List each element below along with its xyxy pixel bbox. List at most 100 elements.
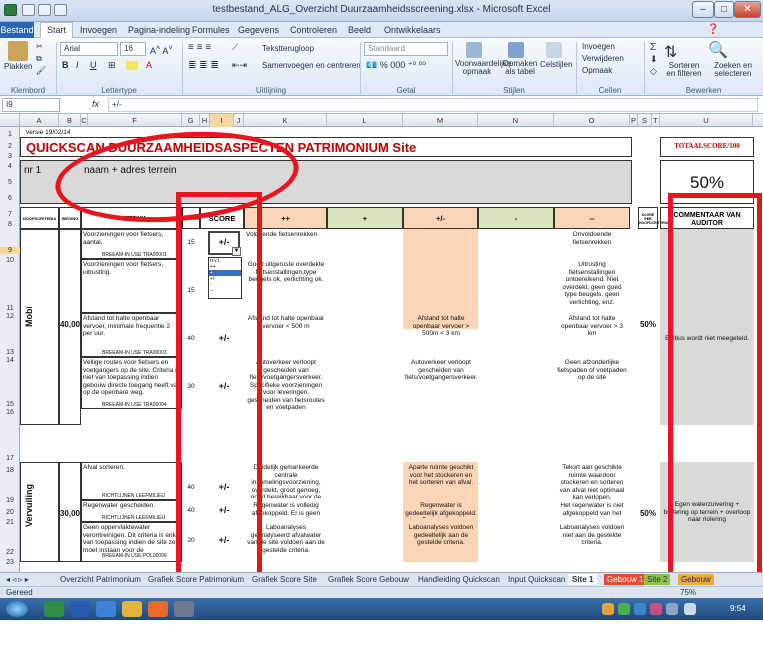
row-header[interactable]: 2 (0, 143, 20, 150)
autosum-icon[interactable]: Σ (650, 42, 656, 53)
excel-taskbar-icon[interactable] (44, 601, 64, 617)
row-header[interactable]: 4 (0, 163, 20, 170)
copy-icon[interactable]: ⧉ (36, 54, 42, 64)
cell-styles-icon[interactable] (546, 42, 562, 58)
browser-taskbar-icon[interactable] (96, 601, 116, 617)
column-header[interactable]: A (20, 114, 59, 127)
paste-icon[interactable] (8, 41, 28, 61)
minimize-button[interactable]: – (692, 1, 714, 18)
cut-icon[interactable]: ✂ (36, 42, 43, 51)
font-name-select[interactable]: Arial (60, 42, 118, 56)
tray-icon[interactable] (618, 603, 630, 615)
column-header[interactable]: J (234, 114, 244, 127)
row-header[interactable]: 12 (0, 313, 20, 320)
sort-filter-icon[interactable]: ⇅ (664, 42, 677, 62)
format-painter-icon[interactable]: 🖌 (36, 66, 46, 75)
insert-cells-button[interactable]: Invoegen (582, 42, 615, 51)
app-taskbar-icon[interactable] (174, 601, 194, 617)
column-header[interactable]: P (630, 114, 638, 127)
find-select-icon[interactable]: 🔍 (708, 40, 728, 60)
conditional-format-icon[interactable] (466, 42, 482, 58)
start-button-icon[interactable] (6, 601, 28, 617)
tab-invoegen[interactable]: Invoegen (80, 23, 117, 37)
column-header[interactable]: U (660, 114, 753, 127)
format-as-table-button[interactable]: Opmaken als tabel (500, 60, 540, 76)
sheet-tab[interactable]: Handleiding Quickscan (418, 574, 500, 585)
row-header[interactable]: 7 (0, 211, 20, 218)
column-header-selected[interactable]: I (210, 114, 234, 127)
tray-icon[interactable] (602, 603, 614, 615)
tray-icon[interactable] (650, 603, 662, 615)
sheet-tab[interactable]: Grafiek Score Patrimonium (148, 574, 244, 585)
column-header[interactable]: N (478, 114, 554, 127)
clear-icon[interactable]: ◇ (650, 66, 657, 77)
column-header[interactable]: S (638, 114, 652, 127)
row-header[interactable]: 23 (0, 559, 20, 566)
row-header[interactable]: 16 (0, 409, 20, 416)
sheet-tab[interactable]: Grafiek Score Site (252, 574, 317, 585)
tab-ontwikkelaars[interactable]: Ontwikkelaars (384, 23, 441, 37)
bold-icon[interactable]: B (62, 60, 69, 70)
conditional-format-button[interactable]: Voorwaardelijke opmaak (455, 60, 511, 76)
fill-color-icon[interactable] (126, 61, 138, 70)
align-left-icon[interactable]: ≣ ≣ ≣ (188, 60, 219, 71)
row-header[interactable]: 3 (0, 153, 20, 160)
clock[interactable]: 9:54 (730, 603, 746, 614)
row-header[interactable]: 22 (0, 549, 20, 556)
sheet-tab[interactable]: Gebouw 1 (604, 574, 647, 585)
find-select-button[interactable]: Zoeken en selecteren (706, 62, 760, 78)
column-header[interactable]: M (403, 114, 478, 127)
number-format-select[interactable]: Standaard (364, 42, 448, 56)
row-header[interactable]: 15 (0, 401, 20, 408)
maximize-button[interactable]: □ (714, 1, 734, 18)
row-header[interactable]: 5 (0, 179, 20, 186)
tab-controleren[interactable]: Controleren (290, 23, 337, 37)
formula-input[interactable]: +/- (108, 98, 758, 112)
column-header[interactable]: H (200, 114, 210, 127)
row-header[interactable]: 18 (0, 467, 20, 474)
column-header[interactable]: O (554, 114, 630, 127)
orientation-icon[interactable]: ⟋ (232, 42, 238, 53)
column-header[interactable]: G (182, 114, 200, 127)
sheet-tab[interactable]: Site 2 (644, 574, 671, 585)
fill-icon[interactable]: ⬇ (650, 54, 658, 65)
currency-icon[interactable]: 💶 % 000 ⁺⁰ ⁰⁰ (366, 60, 426, 71)
font-color-icon[interactable]: A (146, 60, 152, 70)
grow-font-icon[interactable]: A˄ A˅ (150, 43, 173, 56)
row-header[interactable]: 1 (0, 131, 20, 138)
indent-icon[interactable]: ⇤⇥ (232, 60, 247, 71)
sort-filter-button[interactable]: Sorteren en filteren (664, 62, 704, 78)
app-taskbar-icon[interactable] (148, 601, 168, 617)
tab-bestand[interactable]: Bestand (0, 22, 34, 38)
close-button[interactable]: ✕ (734, 1, 761, 18)
delete-cells-button[interactable]: Verwijderen (582, 54, 624, 63)
tray-icon[interactable] (634, 603, 646, 615)
tab-beeld[interactable]: Beeld (348, 23, 371, 37)
row-header[interactable]: 6 (0, 195, 20, 202)
table-format-icon[interactable] (508, 42, 524, 58)
tab-gegevens[interactable]: Gegevens (238, 23, 279, 37)
tab-start[interactable]: Start (40, 22, 74, 39)
align-top-icon[interactable]: ≡ ≡ ≡ (188, 42, 211, 53)
help-icon[interactable]: ❓ (707, 23, 719, 37)
column-header[interactable]: T (652, 114, 660, 127)
format-cells-button[interactable]: Opmaak (582, 66, 612, 75)
sheet-tab[interactable]: Gebouw (678, 574, 714, 585)
folder-taskbar-icon[interactable] (122, 601, 142, 617)
italic-icon[interactable]: I (76, 60, 79, 70)
select-all[interactable] (0, 114, 20, 127)
column-header[interactable]: B (59, 114, 81, 127)
tab-pagina-indeling[interactable]: Pagina-indeling (128, 23, 190, 37)
fx-icon[interactable]: fx (92, 99, 99, 109)
row-header[interactable]: 19 (0, 497, 20, 504)
word-taskbar-icon[interactable] (70, 601, 90, 617)
network-icon[interactable] (666, 603, 678, 615)
sheet-tab[interactable]: Grafiek Score Gebouw (328, 574, 409, 585)
tab-formules[interactable]: Formules (192, 23, 230, 37)
underline-icon[interactable]: U (90, 60, 97, 70)
font-size-select[interactable]: 16 (120, 42, 146, 56)
row-header[interactable]: 11 (0, 305, 20, 312)
sheet-nav-icon[interactable]: ◂ ◃ ▹ ▸ (6, 574, 29, 585)
row-header[interactable]: 17 (0, 455, 20, 462)
border-icon[interactable]: ⊞ (108, 60, 116, 71)
